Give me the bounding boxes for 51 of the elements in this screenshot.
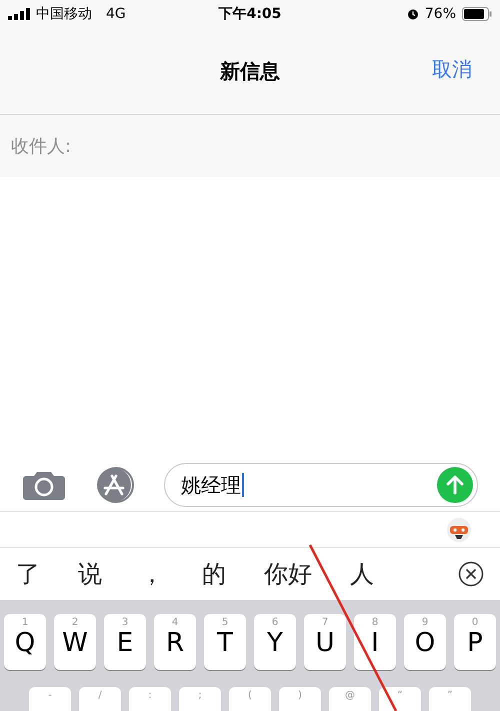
- candidate-word[interactable]: 了: [16, 558, 40, 590]
- key-hint: 2: [70, 617, 80, 628]
- key-hint: ”: [446, 690, 454, 701]
- candidate-word[interactable]: 的: [202, 558, 226, 590]
- key-hint: (: [247, 690, 253, 701]
- candidate-word[interactable]: 人: [350, 558, 374, 590]
- key-hint: 6: [270, 617, 280, 628]
- key-hint: “: [396, 690, 404, 701]
- close-icon[interactable]: [458, 561, 484, 587]
- send-button[interactable]: [437, 467, 473, 503]
- key-hint: 3: [120, 617, 130, 628]
- message-input[interactable]: 姚经理: [164, 463, 478, 507]
- network-type: 4G: [106, 6, 126, 22]
- candidate-word[interactable]: ，: [140, 558, 164, 590]
- key-hint: ): [297, 690, 303, 701]
- status-time: 下午4:05: [218, 5, 282, 23]
- keyboard-key[interactable]: 3 E: [104, 614, 146, 670]
- key-hint: @: [344, 690, 356, 701]
- key-hint: 1: [20, 617, 30, 628]
- key-hint: 7: [320, 617, 330, 628]
- key-hint: ;: [197, 690, 203, 701]
- keyboard-key[interactable]: 8 I: [354, 614, 396, 670]
- candidate-word[interactable]: 说: [78, 558, 102, 590]
- alarm-icon: [406, 8, 419, 20]
- keyboard-key[interactable]: 1 Q: [4, 614, 46, 670]
- keyboard-key[interactable]: 7 U: [304, 614, 346, 670]
- screen-title: 新信息: [220, 58, 280, 84]
- key-hint: /: [97, 690, 103, 701]
- keyboard-key[interactable]: 2 W: [54, 614, 96, 670]
- cancel-button[interactable]: 取消: [432, 56, 472, 83]
- signal-icon: [8, 8, 30, 20]
- keyboard-key[interactable]: 6 Y: [254, 614, 296, 670]
- key-hint: 4: [170, 617, 180, 628]
- battery-percent: 76%: [424, 6, 456, 22]
- recipient-label: 收件人:: [11, 135, 72, 158]
- keyboard-key[interactable]: 9 O: [404, 614, 446, 670]
- candidate-word[interactable]: 你好: [264, 558, 312, 590]
- keyboard-key[interactable]: 5 T: [204, 614, 246, 670]
- battery-icon: [462, 7, 492, 21]
- key-hint: 5: [220, 617, 230, 628]
- key-hint: :: [147, 690, 153, 701]
- key-hint: -: [47, 690, 53, 701]
- key-hint: 8: [370, 617, 380, 628]
- arrow-up-icon: [446, 475, 464, 495]
- key-hint: 0: [470, 617, 480, 628]
- camera-icon[interactable]: [22, 470, 66, 500]
- keyboard-key[interactable]: 0 P: [454, 614, 496, 670]
- keyboard-key[interactable]: 4 R: [154, 614, 196, 670]
- key-hint: 9: [420, 617, 430, 628]
- robot-sticker-icon[interactable]: [446, 516, 472, 542]
- carrier-name: 中国移动: [36, 5, 92, 23]
